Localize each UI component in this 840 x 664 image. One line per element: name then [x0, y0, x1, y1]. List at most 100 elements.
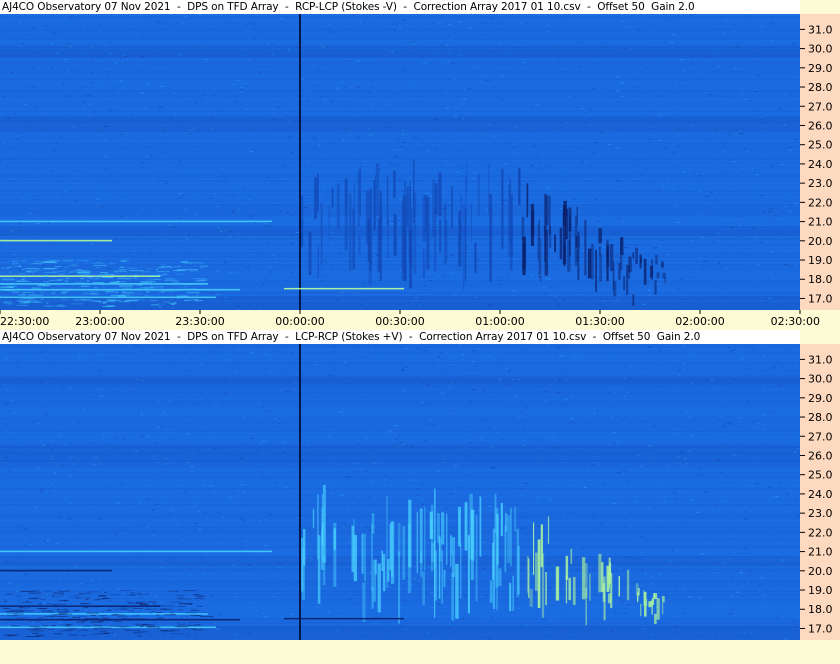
noise-speck	[454, 199, 456, 201]
noise-speck	[9, 253, 13, 255]
noise-speck	[608, 604, 611, 606]
noise-speck	[257, 403, 261, 405]
noise-speck	[732, 349, 736, 350]
bottom-spectrogram[interactable]	[0, 344, 800, 640]
noise-speck	[703, 585, 707, 586]
noise-speck	[180, 493, 182, 495]
noise-speck	[776, 482, 778, 484]
noise-speck	[441, 458, 445, 460]
band-row	[0, 244, 800, 246]
noise-speck	[319, 280, 323, 282]
noise-speck	[326, 45, 329, 47]
noise-speck	[8, 470, 11, 472]
noise-speck	[568, 135, 570, 137]
noise-speck	[664, 344, 669, 346]
noise-speck	[158, 22, 161, 24]
noise-speck	[201, 267, 203, 269]
noise-speck	[746, 467, 748, 469]
noise-speck	[522, 62, 525, 63]
noise-speck	[238, 208, 241, 210]
noise-speck	[728, 583, 731, 585]
noise-speck	[514, 396, 519, 398]
band-row	[0, 420, 800, 422]
noise-speck	[307, 557, 309, 559]
noise-speck	[273, 418, 277, 420]
low-freq-glow	[82, 292, 95, 294]
noise-speck	[784, 264, 788, 266]
noise-speck	[326, 429, 331, 431]
noise-speck	[642, 628, 646, 630]
noise-speck	[646, 280, 651, 282]
noise-speck	[721, 32, 725, 34]
low-freq-glow	[7, 619, 12, 621]
noise-speck	[395, 286, 397, 288]
noise-speck	[761, 390, 766, 392]
noise-speck	[453, 491, 456, 493]
noise-speck	[462, 456, 464, 458]
noise-speck	[544, 391, 549, 393]
noise-speck	[492, 135, 496, 137]
noise-speck	[48, 60, 51, 62]
noise-speck	[636, 86, 640, 88]
low-freq-glow	[65, 629, 76, 631]
noise-speck	[90, 60, 94, 62]
noise-speck	[237, 89, 241, 91]
band-row	[0, 502, 800, 504]
band-row	[0, 44, 800, 46]
noise-speck	[690, 240, 693, 242]
noise-speck	[791, 222, 794, 224]
low-freq-glow	[16, 280, 28, 282]
noise-speck	[309, 557, 313, 559]
noise-speck	[276, 349, 278, 351]
noise-speck	[615, 90, 620, 92]
noise-speck	[447, 409, 450, 411]
noise-speck	[700, 236, 704, 238]
noise-speck	[364, 503, 366, 505]
emission-streak	[632, 252, 634, 259]
noise-speck	[281, 442, 286, 443]
noise-speck	[4, 244, 8, 246]
noise-speck	[664, 495, 668, 497]
noise-speck	[490, 466, 494, 468]
noise-speck	[227, 101, 231, 103]
noise-speck	[260, 252, 264, 254]
noise-speck	[546, 188, 551, 189]
noise-speck	[349, 538, 351, 540]
band-row	[0, 354, 800, 356]
noise-speck	[761, 483, 764, 485]
band-row	[0, 444, 800, 446]
noise-speck	[418, 304, 423, 306]
low-freq-glow	[106, 609, 112, 611]
noise-speck	[205, 398, 208, 400]
noise-speck	[194, 522, 198, 524]
noise-speck	[490, 615, 494, 617]
noise-speck	[122, 54, 125, 56]
noise-speck	[278, 228, 283, 230]
emission-streak	[656, 598, 660, 620]
noise-speck	[581, 161, 584, 163]
top-spectrogram[interactable]	[0, 14, 800, 310]
noise-speck	[252, 129, 254, 131]
noise-speck	[616, 76, 619, 78]
noise-speck	[690, 513, 694, 515]
noise-speck	[586, 280, 588, 282]
low-freq-glow	[133, 275, 137, 277]
noise-speck	[744, 572, 747, 574]
emission-streak	[500, 503, 503, 537]
low-freq-glow	[165, 605, 174, 607]
noise-speck	[753, 456, 755, 458]
noise-speck	[714, 360, 716, 362]
noise-speck	[569, 633, 573, 635]
noise-speck	[154, 504, 158, 506]
noise-speck	[649, 116, 653, 118]
noise-speck	[691, 124, 694, 126]
noise-speck	[631, 538, 635, 540]
low-freq-glow	[195, 280, 206, 282]
low-freq-glow	[25, 601, 29, 603]
noise-speck	[244, 108, 248, 110]
noise-speck	[185, 143, 187, 145]
noise-speck	[216, 270, 219, 272]
noise-speck	[774, 496, 779, 497]
low-freq-glow	[140, 281, 149, 283]
low-freq-glow	[128, 610, 135, 612]
